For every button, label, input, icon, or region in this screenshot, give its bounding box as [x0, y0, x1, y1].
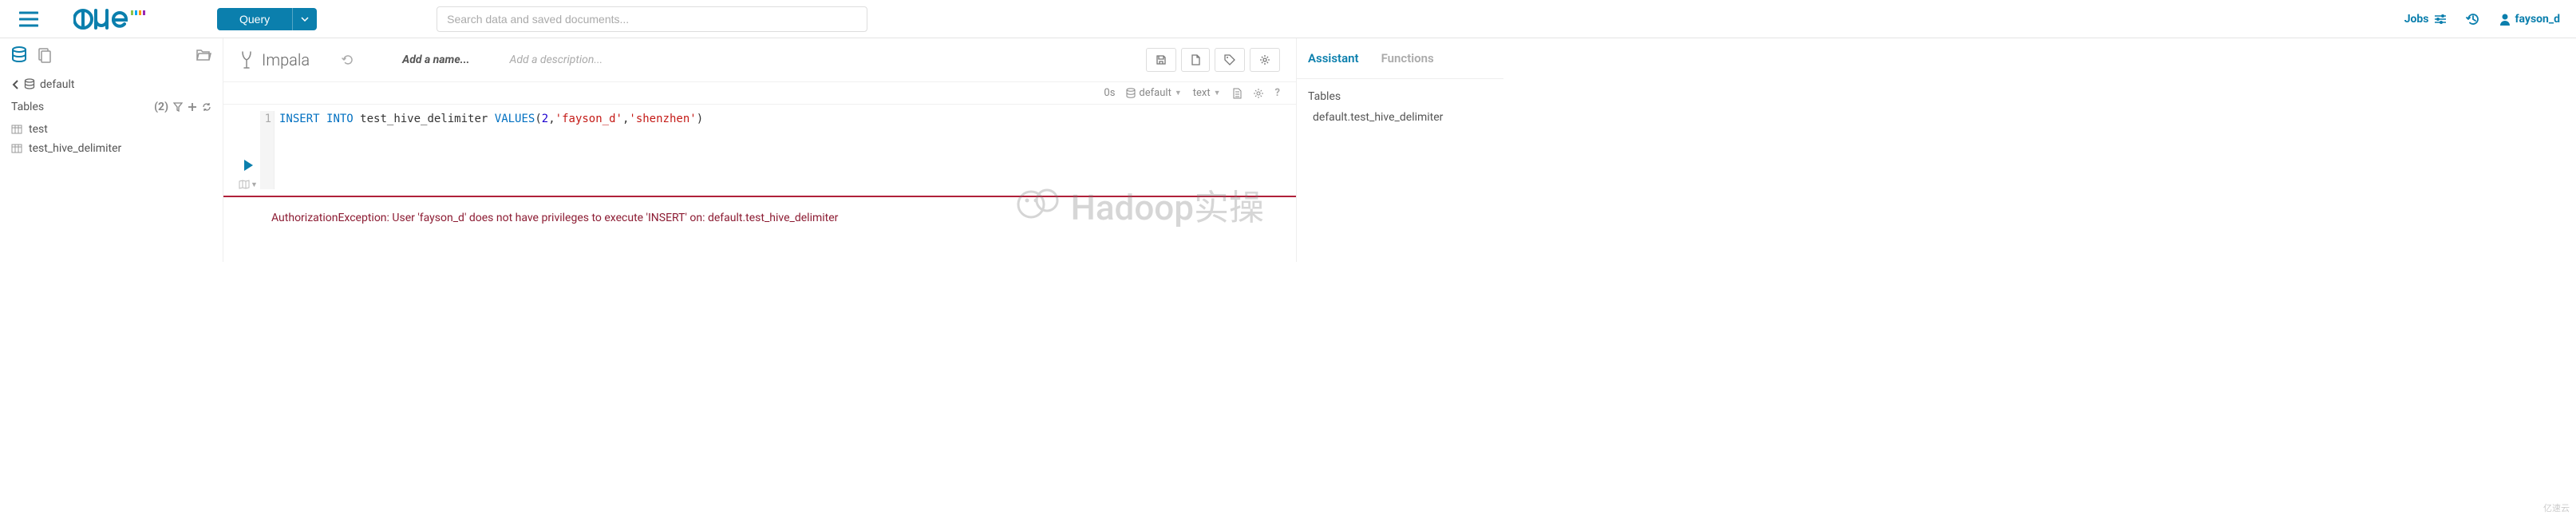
- user-link[interactable]: fayson_d: [2499, 13, 2561, 26]
- tables-actions: [173, 102, 211, 112]
- active-db-label: default: [1139, 87, 1171, 99]
- format-selector[interactable]: text ▼: [1193, 87, 1221, 99]
- editor-actions: [1146, 48, 1280, 72]
- username-label: fayson_d: [2515, 13, 2561, 26]
- tables-header: Tables (2): [0, 97, 223, 120]
- hamburger-icon[interactable]: [16, 8, 41, 30]
- corner-watermark: 亿速云: [2543, 501, 2570, 514]
- table-icon: [11, 144, 22, 153]
- folder-open-icon[interactable]: [196, 48, 211, 62]
- tab-assistant[interactable]: Assistant: [1297, 38, 1370, 78]
- table-icon: [11, 125, 22, 134]
- history-icon[interactable]: [2466, 12, 2480, 26]
- code-area: ▼ 1 INSERT INTO test_hive_delimiter VALU…: [223, 105, 1296, 196]
- gear-icon[interactable]: [1253, 88, 1264, 99]
- sidebar-top-icons: [0, 38, 223, 72]
- exec-time: 0s: [1104, 87, 1115, 99]
- breadcrumb-db-label[interactable]: default: [40, 78, 75, 91]
- table-name: test: [29, 123, 48, 136]
- database-tab-icon[interactable]: [11, 46, 27, 64]
- execution-controls: ▼: [236, 111, 260, 189]
- code-line: INSERT INTO test_hive_delimiter VALUES(2…: [275, 111, 708, 189]
- right-tabs: Assistant Functions: [1297, 38, 1503, 79]
- database-icon: [24, 78, 35, 91]
- table-name: test_hive_delimiter: [29, 142, 121, 155]
- engine-name: Impala: [262, 50, 310, 69]
- run-button[interactable]: [243, 159, 254, 172]
- query-button-group: Query: [217, 8, 317, 30]
- chevron-down-icon: ▼: [1214, 89, 1221, 97]
- tables-count: (2): [154, 101, 168, 113]
- editor-header: Impala Add a name... Add a description..…: [223, 38, 1296, 82]
- table-item-test[interactable]: test: [0, 120, 223, 139]
- engine-label: Impala: [239, 50, 310, 69]
- format-label: text: [1193, 87, 1211, 99]
- left-sidebar: default Tables (2) test test_hive_delimi…: [0, 38, 223, 262]
- search-input[interactable]: [437, 6, 867, 32]
- active-db-selector[interactable]: default ▼: [1126, 87, 1181, 99]
- add-table-icon[interactable]: [188, 102, 197, 112]
- center-area: Impala Add a name... Add a description..…: [223, 38, 1296, 262]
- chevron-down-icon: ▼: [1175, 89, 1182, 97]
- code-editor[interactable]: 1 INSERT INTO test_hive_delimiter VALUES…: [260, 111, 1280, 189]
- hue-logo[interactable]: [73, 7, 153, 31]
- jobs-label: Jobs: [2404, 13, 2429, 26]
- sliders-icon: [2434, 14, 2447, 25]
- top-right-actions: Jobs fayson_d: [2404, 12, 2560, 26]
- user-icon: [2499, 13, 2511, 26]
- new-file-button[interactable]: [1181, 48, 1210, 72]
- search-container: [437, 6, 867, 32]
- status-row: 0s default ▼ text ▼ ?: [223, 82, 1296, 105]
- tag-button[interactable]: [1215, 48, 1245, 72]
- help-icon[interactable]: ?: [1275, 87, 1280, 99]
- document-icon[interactable]: [1232, 88, 1242, 99]
- database-icon: [1126, 88, 1136, 99]
- query-description-input[interactable]: Add a description...: [509, 53, 603, 66]
- assistant-tables-heading: Tables: [1297, 79, 1503, 108]
- chevron-down-icon: ▼: [251, 180, 258, 189]
- refresh-tables-icon[interactable]: [202, 102, 211, 112]
- filter-icon[interactable]: [173, 102, 183, 112]
- table-item-test-hive-delimiter[interactable]: test_hive_delimiter: [0, 139, 223, 158]
- jobs-link[interactable]: Jobs: [2404, 13, 2447, 26]
- query-dropdown-button[interactable]: [292, 8, 317, 30]
- impala-icon: [239, 50, 254, 69]
- line-number: 1: [260, 111, 275, 189]
- query-button[interactable]: Query: [217, 8, 292, 30]
- settings-button[interactable]: [1250, 48, 1280, 72]
- assistant-table-item[interactable]: default.test_hive_delimiter: [1297, 108, 1503, 127]
- refresh-engine-icon[interactable]: [342, 53, 354, 66]
- breadcrumb: default: [0, 72, 223, 97]
- tables-heading: Tables: [11, 101, 44, 113]
- main-layout: default Tables (2) test test_hive_delimi…: [0, 38, 2576, 262]
- documents-tab-icon[interactable]: [37, 47, 53, 63]
- tab-functions[interactable]: Functions: [1370, 38, 1445, 78]
- explain-button[interactable]: ▼: [239, 180, 258, 189]
- breadcrumb-back-icon[interactable]: [11, 79, 19, 90]
- error-message: AuthorizationException: User 'fayson_d' …: [223, 196, 1296, 239]
- top-bar: Query Jobs fayson_d: [0, 0, 2576, 38]
- save-button[interactable]: [1146, 48, 1176, 72]
- right-panel: Assistant Functions Tables default.test_…: [1296, 38, 1503, 262]
- spacer: [1503, 38, 2576, 262]
- query-name-input[interactable]: Add a name...: [402, 53, 469, 66]
